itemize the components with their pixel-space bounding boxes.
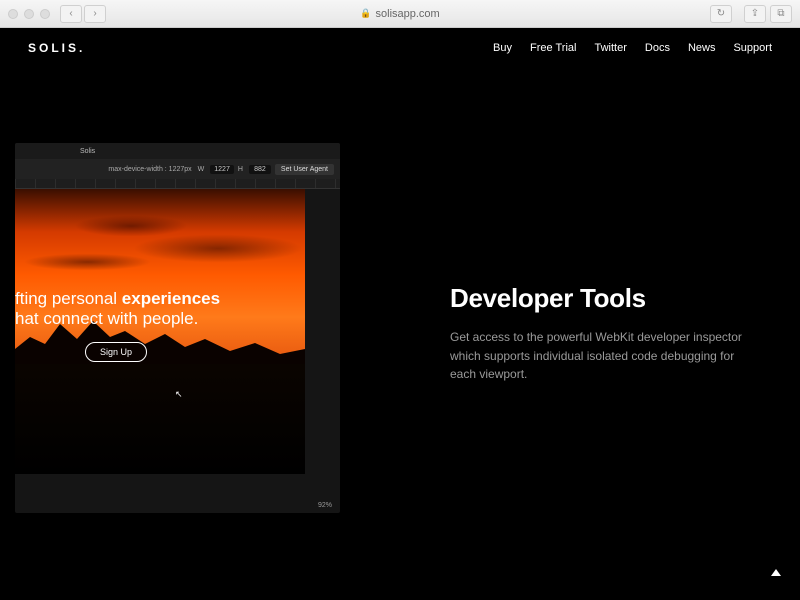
app-tab-bar: Solis (15, 143, 340, 159)
tabs-button[interactable]: ⧉ (770, 5, 792, 23)
feature-heading: Developer Tools (450, 283, 750, 314)
hero-line1-bold: experiences (122, 289, 220, 308)
browser-toolbar: ‹ › 🔒 solisapp.com ↻ ⇪ ⧉ (0, 0, 800, 28)
foreground-silhouette (15, 364, 305, 474)
page-content: SOLIS. Buy Free Trial Twitter Docs News … (0, 28, 800, 600)
app-toolbar: max-device-width : 1227px W 1227 H 882 S… (15, 159, 340, 179)
zoom-level: 92% (318, 502, 332, 509)
signup-button[interactable]: Sign Up (85, 342, 147, 362)
app-preview: Solis max-device-width : 1227px W 1227 H… (15, 143, 340, 513)
nav-twitter[interactable]: Twitter (594, 42, 626, 54)
window-minimize-icon[interactable] (24, 9, 34, 19)
nav-free-trial[interactable]: Free Trial (530, 42, 576, 54)
width-input[interactable]: 1227 (210, 165, 234, 174)
address-bar[interactable]: 🔒 solisapp.com (360, 8, 439, 20)
hero-line1-prefix: fting personal (15, 289, 122, 308)
ruler (15, 179, 340, 189)
hero-line-2: hat connect with people. (15, 309, 275, 329)
main-section: Solis max-device-width : 1227px W 1227 H… (0, 28, 800, 600)
nav-buttons: ‹ › (60, 5, 106, 23)
nav-news[interactable]: News (688, 42, 716, 54)
hero-line-1: fting personal experiences (15, 289, 275, 309)
lock-icon: 🔒 (360, 8, 371, 19)
cursor-icon: ↖ (175, 389, 183, 400)
url-text: solisapp.com (376, 8, 440, 20)
nav-support[interactable]: Support (733, 42, 772, 54)
reload-button[interactable]: ↻ (710, 5, 732, 23)
clouds (15, 199, 305, 289)
feature-body: Get access to the powerful WebKit develo… (450, 328, 750, 384)
scroll-top-button[interactable] (770, 567, 782, 582)
window-close-icon[interactable] (8, 9, 18, 19)
width-label: W (198, 166, 205, 173)
share-button[interactable]: ⇪ (744, 5, 766, 23)
window-maximize-icon[interactable] (40, 9, 50, 19)
back-button[interactable]: ‹ (60, 5, 82, 23)
nav-buy[interactable]: Buy (493, 42, 512, 54)
height-label: H (238, 166, 243, 173)
browser-window: ‹ › 🔒 solisapp.com ↻ ⇪ ⧉ SOLIS. Buy Free… (0, 0, 800, 600)
nav-links: Buy Free Trial Twitter Docs News Support (493, 42, 772, 54)
media-query-label: max-device-width : 1227px (108, 166, 191, 173)
logo[interactable]: SOLIS. (28, 41, 85, 55)
toolbar-right: ⇪ ⧉ (744, 5, 792, 23)
nav-docs[interactable]: Docs (645, 42, 670, 54)
site-header: SOLIS. Buy Free Trial Twitter Docs News … (0, 28, 800, 68)
app-tab-label[interactable]: Solis (80, 148, 95, 155)
forward-button[interactable]: › (84, 5, 106, 23)
height-input[interactable]: 882 (249, 165, 271, 174)
feature-text: Developer Tools Get access to the powerf… (450, 283, 750, 384)
hero-text: fting personal experiences hat connect w… (15, 289, 275, 362)
viewport-preview: fting personal experiences hat connect w… (15, 189, 305, 474)
set-user-agent-button[interactable]: Set User Agent (275, 164, 334, 175)
